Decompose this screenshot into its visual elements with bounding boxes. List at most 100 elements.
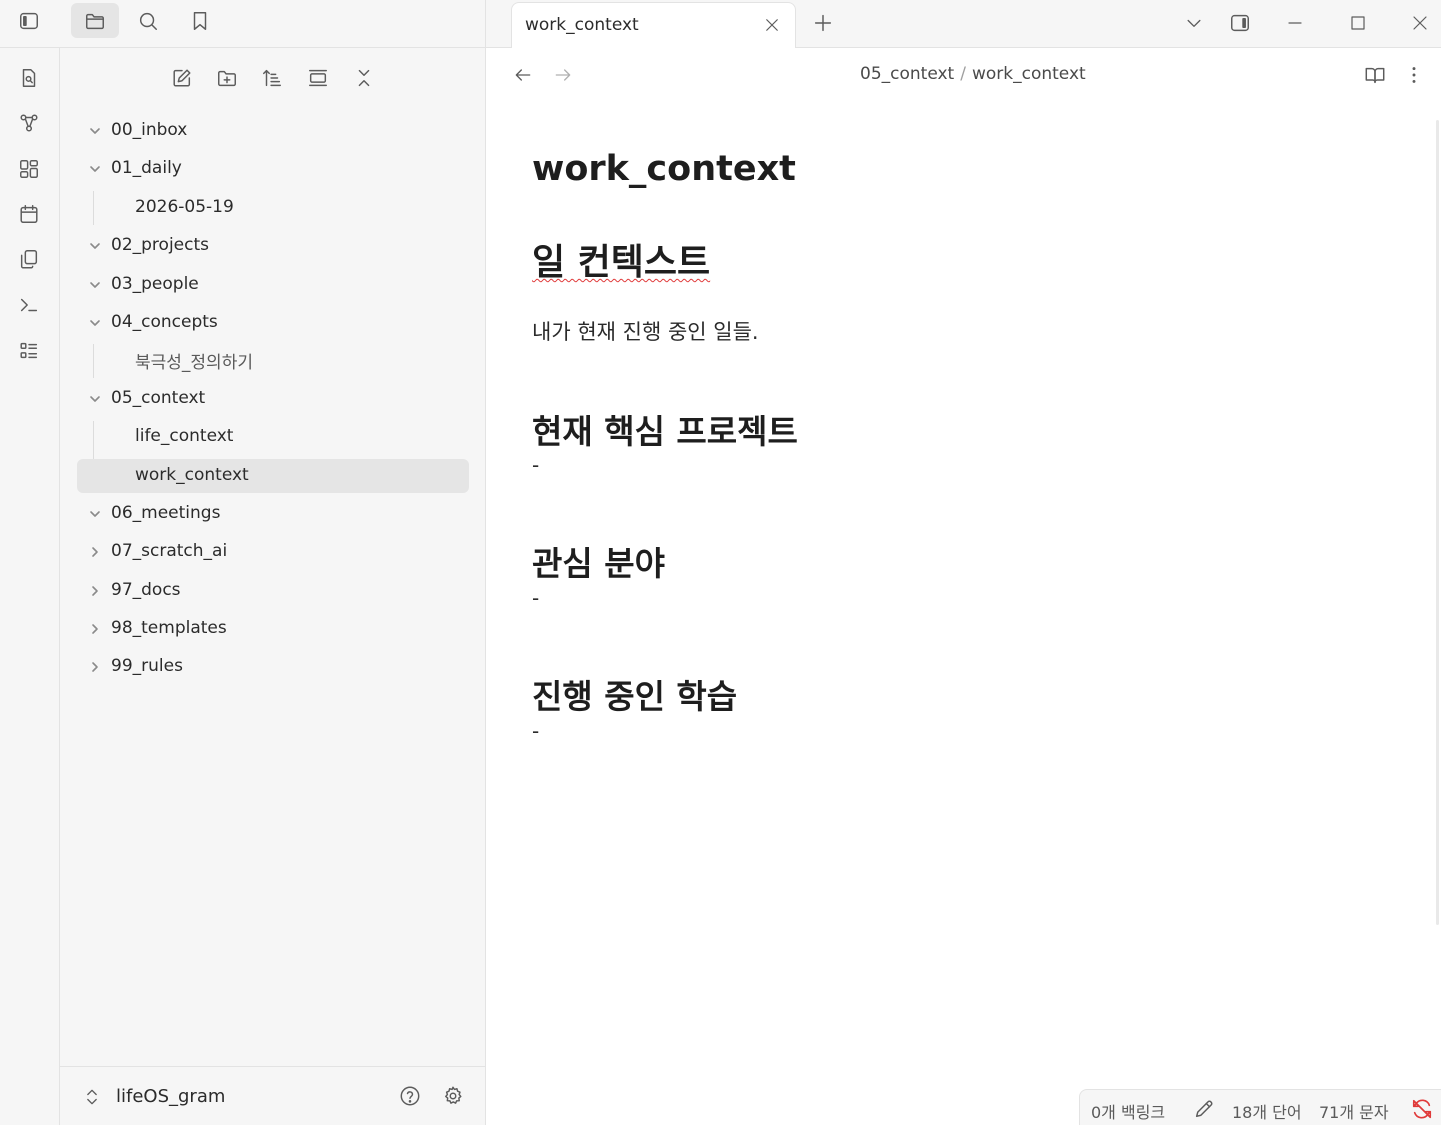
auto-reveal-button[interactable] <box>305 65 331 91</box>
file-label: work_context <box>135 465 249 485</box>
tab-work-context[interactable]: work_context <box>511 2 796 49</box>
folder-02-projects[interactable]: 02_projects <box>77 229 469 263</box>
reading-view-button[interactable] <box>1362 62 1388 88</box>
outline-button[interactable] <box>17 339 41 363</box>
chevron-right-icon <box>87 621 103 637</box>
canvas-button[interactable] <box>17 157 41 181</box>
daily-note-button[interactable] <box>17 66 41 90</box>
chevron-right-icon <box>87 583 103 599</box>
files-tab-button[interactable] <box>71 3 119 38</box>
chevron-down-icon <box>87 506 103 522</box>
folder-04-concepts[interactable]: 04_concepts <box>77 306 469 340</box>
arrow-right-icon <box>555 69 571 81</box>
character-count: 71개 문자 <box>1319 1103 1389 1122</box>
section-heading: 진행 중인 학습 <box>532 677 738 716</box>
calendar-button[interactable] <box>17 202 41 226</box>
folder-98-templates[interactable]: 98_templates <box>77 612 469 646</box>
breadcrumb-file[interactable]: work_context <box>972 64 1086 84</box>
folder-label: 99_rules <box>111 656 183 676</box>
file-explorer: 00_inbox 01_daily 2026-05-19 02_projects… <box>60 48 486 1125</box>
sort-button[interactable] <box>259 65 285 91</box>
toggle-sidebar-button[interactable] <box>5 3 53 38</box>
new-folder-icon <box>218 70 236 87</box>
ribbon <box>0 48 60 1125</box>
command-palette-button[interactable] <box>17 293 41 317</box>
close-icon <box>1413 16 1427 30</box>
window-close-button[interactable] <box>1405 8 1435 38</box>
folder-label: 01_daily <box>111 158 182 178</box>
folder-label: 98_templates <box>111 618 227 638</box>
chevron-down-icon <box>87 161 103 177</box>
tab-close-button[interactable] <box>761 14 783 36</box>
help-button[interactable] <box>397 1083 423 1109</box>
forward-button[interactable] <box>550 62 576 88</box>
bookmarks-tab-button[interactable] <box>176 3 224 38</box>
plus-icon <box>814 14 832 32</box>
folder-label: 04_concepts <box>111 312 218 332</box>
file-label: 2026-05-19 <box>135 197 234 217</box>
collapse-all-button[interactable] <box>351 65 377 91</box>
window-maximize-button[interactable] <box>1343 8 1373 38</box>
settings-button[interactable] <box>440 1083 466 1109</box>
section-heading: 관심 분야 <box>532 544 665 583</box>
sync-error-icon <box>1412 1099 1432 1119</box>
intro-paragraph: 내가 현재 진행 중인 일들. <box>532 320 759 344</box>
window-minimize-button[interactable] <box>1280 8 1310 38</box>
sync-status[interactable] <box>1411 1098 1433 1120</box>
section-body: - <box>532 719 540 743</box>
graph-view-icon <box>20 114 38 132</box>
backlinks-count[interactable]: 0개 백링크 <box>1091 1099 1165 1123</box>
breadcrumb: 05_context / work_context <box>860 64 1086 84</box>
file-life-context[interactable]: life_context <box>77 420 469 454</box>
chevron-right-icon <box>87 659 103 675</box>
folder-05-context[interactable]: 05_context <box>77 382 469 416</box>
gear-icon <box>445 1086 462 1104</box>
new-tab-button[interactable] <box>808 8 838 38</box>
heading-text: 일 컨텍스트 <box>532 242 711 283</box>
folder-97-docs[interactable]: 97_docs <box>77 574 469 608</box>
new-folder-button[interactable] <box>214 65 240 91</box>
search-tab-button[interactable] <box>124 3 172 38</box>
chevron-down-icon <box>87 315 103 331</box>
scrollbar[interactable] <box>1436 120 1439 925</box>
new-note-button[interactable] <box>169 65 195 91</box>
vault-switcher[interactable]: lifeOS_gram <box>82 1083 282 1111</box>
file-bukgeukseong[interactable]: 북극성_정의하기 <box>77 342 469 376</box>
tab-bar: work_context <box>486 0 1441 49</box>
calendar-icon <box>20 205 38 223</box>
section-body: - <box>532 453 540 477</box>
file-2026-05-19[interactable]: 2026-05-19 <box>77 191 469 225</box>
templates-button[interactable] <box>17 247 41 271</box>
canvas-icon <box>20 160 38 178</box>
editing-mode-indicator[interactable] <box>1193 1098 1215 1120</box>
search-icon <box>139 12 157 30</box>
tab-list-button[interactable] <box>1179 8 1209 38</box>
file-label: 북극성_정의하기 <box>135 353 253 373</box>
folder-06-meetings[interactable]: 06_meetings <box>77 497 469 531</box>
breadcrumb-folder[interactable]: 05_context <box>860 64 954 84</box>
toggle-right-sidebar-button[interactable] <box>1225 8 1255 38</box>
bookmark-icon <box>193 11 207 30</box>
pencil-icon <box>1195 1100 1213 1118</box>
file-work-context[interactable]: work_context <box>77 459 469 493</box>
folder-label: 97_docs <box>111 580 181 600</box>
folder-label: 02_projects <box>111 235 209 255</box>
folder-03-people[interactable]: 03_people <box>77 268 469 302</box>
outline-icon <box>20 342 38 359</box>
vault-bar: lifeOS_gram <box>60 1066 486 1125</box>
note-heading: 일 컨텍스트 <box>532 233 710 285</box>
close-icon <box>766 19 778 31</box>
note-title[interactable]: work_context <box>532 149 796 189</box>
folder-07-scratch-ai[interactable]: 07_scratch_ai <box>77 535 469 569</box>
more-options-button[interactable] <box>1401 62 1427 88</box>
graph-view-button[interactable] <box>17 111 41 135</box>
editor[interactable]: work_context 일 컨텍스트 내가 현재 진행 중인 일들. 현재 핵… <box>486 103 1441 1083</box>
back-button[interactable] <box>510 62 536 88</box>
chevron-down-icon <box>87 123 103 139</box>
folder-01-daily[interactable]: 01_daily <box>77 152 469 186</box>
folder-99-rules[interactable]: 99_rules <box>77 650 469 684</box>
sidebar-header <box>0 0 486 48</box>
folder-00-inbox[interactable]: 00_inbox <box>77 114 469 148</box>
chevron-down-icon <box>1187 19 1201 28</box>
minimize-icon <box>1288 22 1302 24</box>
